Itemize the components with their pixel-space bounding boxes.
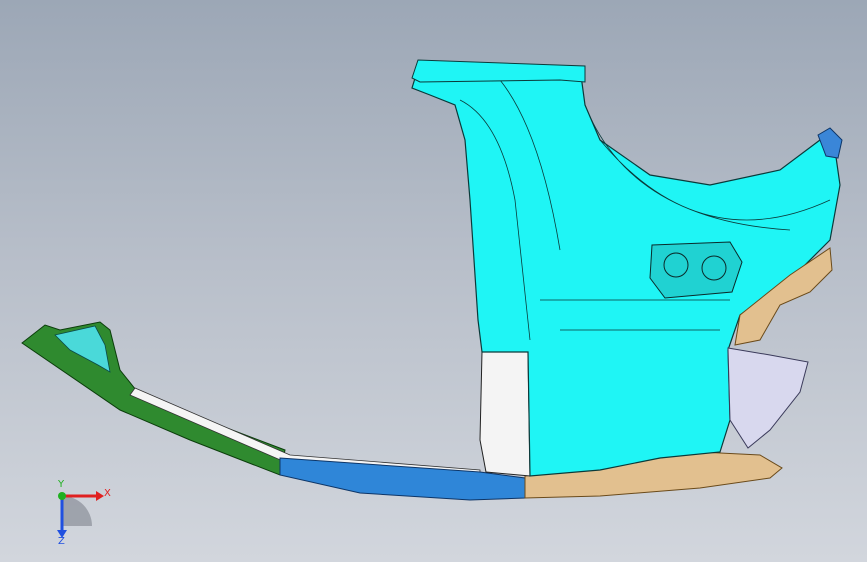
z-axis-label: Z bbox=[58, 536, 65, 547]
rear-lower-panel-part[interactable] bbox=[727, 347, 809, 449]
fuel-filler-opening[interactable] bbox=[649, 241, 743, 299]
axis-triad: X Y Z bbox=[44, 478, 114, 548]
car-body-side-model[interactable] bbox=[0, 0, 867, 562]
b-pillar-white-part[interactable] bbox=[479, 351, 531, 477]
y-axis-label: Y bbox=[58, 479, 65, 490]
x-axis-label: X bbox=[104, 488, 111, 499]
cad-viewport[interactable]: X Y Z bbox=[0, 0, 867, 562]
roof-rail-bracket bbox=[411, 59, 586, 83]
